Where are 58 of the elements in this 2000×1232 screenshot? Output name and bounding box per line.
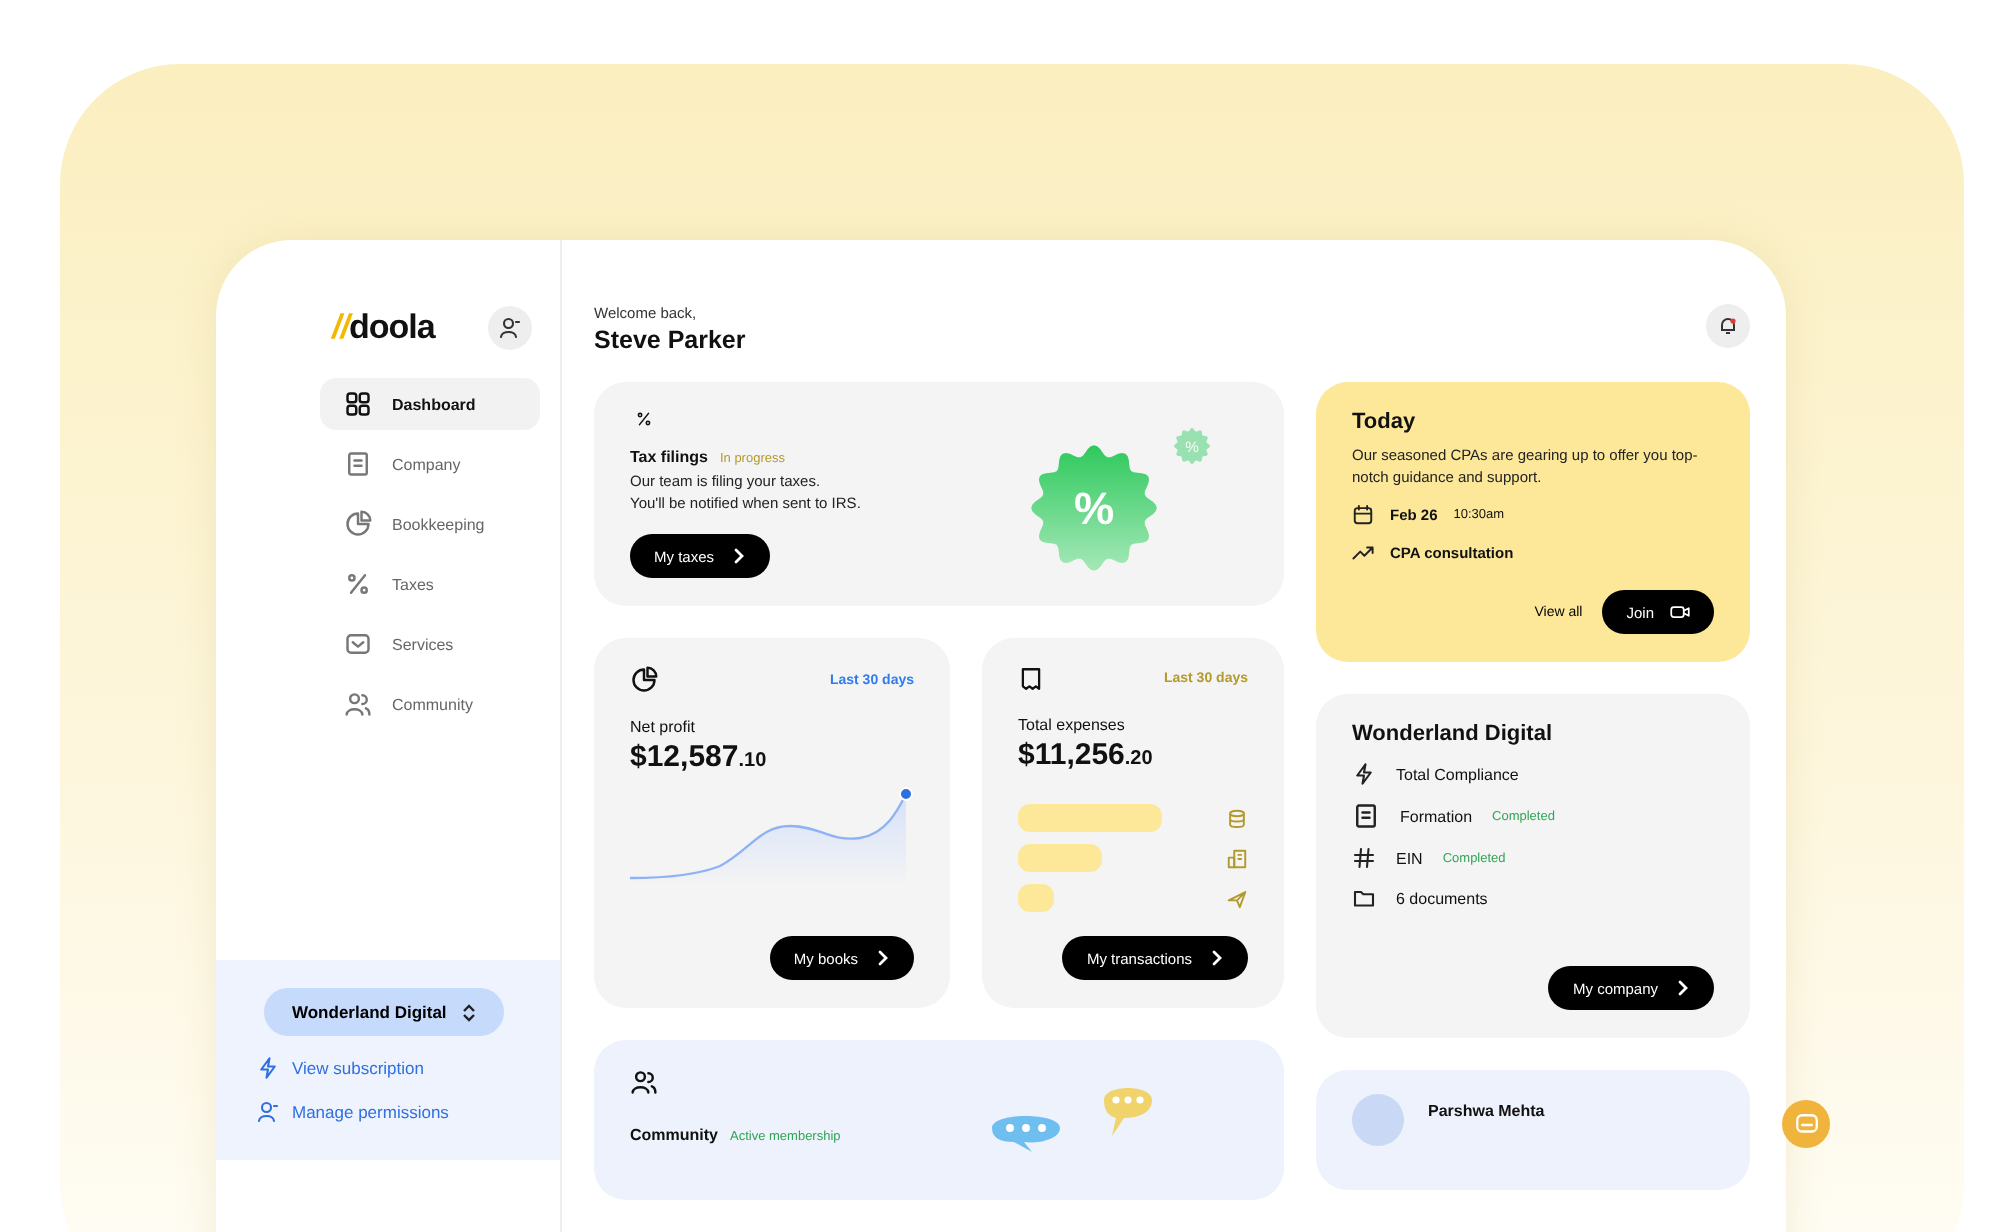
company-item-label: Total Compliance	[1396, 765, 1519, 783]
company-name: Wonderland Digital	[1352, 722, 1555, 746]
chevron-icon	[874, 948, 890, 968]
sidebar-item[interactable]: Dashboard	[320, 378, 540, 430]
profile-button[interactable]	[488, 306, 532, 350]
card-title: Tax filings	[630, 448, 708, 466]
expense-bar	[1018, 804, 1162, 832]
building-icon	[1226, 847, 1248, 869]
expense-bar	[1018, 844, 1102, 872]
sidebar-item[interactable]: Taxes	[320, 558, 540, 610]
sidebar-link[interactable]: View subscription	[256, 1056, 540, 1080]
sidebar-item[interactable]: Bookkeeping	[320, 498, 540, 550]
notification-button[interactable]	[1706, 304, 1750, 348]
advisor-name: Parshwa Mehta	[1428, 1102, 1545, 1120]
company-item-label: EIN	[1396, 849, 1423, 867]
user-icon	[256, 1100, 280, 1124]
amount: $11,256.20	[1018, 738, 1155, 772]
hash-icon	[1352, 846, 1376, 870]
grid-icon	[344, 390, 372, 418]
workspace-selector[interactable]: Wonderland Digital	[264, 988, 505, 1036]
card-title: Total expenses	[1018, 716, 1127, 734]
database-icon	[1226, 807, 1248, 829]
pie-chart-icon	[630, 666, 658, 694]
company-item-label: Formation	[1400, 807, 1473, 825]
chat-icon	[1793, 1111, 1819, 1137]
company-item-label: 6 documents	[1396, 889, 1488, 907]
receipt-icon	[1018, 666, 1044, 692]
envelope-icon	[344, 630, 372, 658]
folder-icon	[1352, 886, 1376, 910]
calendar-icon	[1352, 504, 1374, 526]
sidebar-item[interactable]: Company	[320, 438, 540, 490]
avatar-placeholder	[1352, 1094, 1404, 1146]
bolt-icon	[1352, 762, 1376, 786]
card-title: Net profit	[630, 718, 697, 736]
bell-icon	[1718, 316, 1738, 336]
expense-bar	[1018, 884, 1054, 912]
document-icon	[1352, 802, 1380, 830]
user-icon	[498, 316, 522, 340]
percent-icon	[344, 570, 372, 598]
chevron-icon	[730, 546, 747, 566]
chevron-icon	[1674, 978, 1690, 998]
trend-up-icon	[1352, 542, 1374, 564]
user-name: Steve Parker	[594, 326, 746, 354]
chevron-icon	[1208, 948, 1224, 968]
card-title: Today	[1352, 410, 1418, 434]
up-down-caret-icon	[462, 1003, 477, 1021]
bolt-icon	[256, 1056, 280, 1080]
sidebar-item[interactable]: Community	[320, 678, 540, 730]
sidebar-item[interactable]: Services	[320, 618, 540, 670]
amount: $12,587.10	[630, 740, 769, 774]
card-title: Community	[630, 1126, 718, 1144]
document-icon	[344, 450, 372, 478]
people-icon	[344, 690, 372, 718]
people-icon	[630, 1068, 658, 1096]
video-camera-icon	[1670, 602, 1690, 622]
logo: //doola	[332, 308, 435, 348]
pie-chart-icon	[344, 510, 372, 538]
sidebar-link[interactable]: Manage permissions	[256, 1100, 540, 1124]
